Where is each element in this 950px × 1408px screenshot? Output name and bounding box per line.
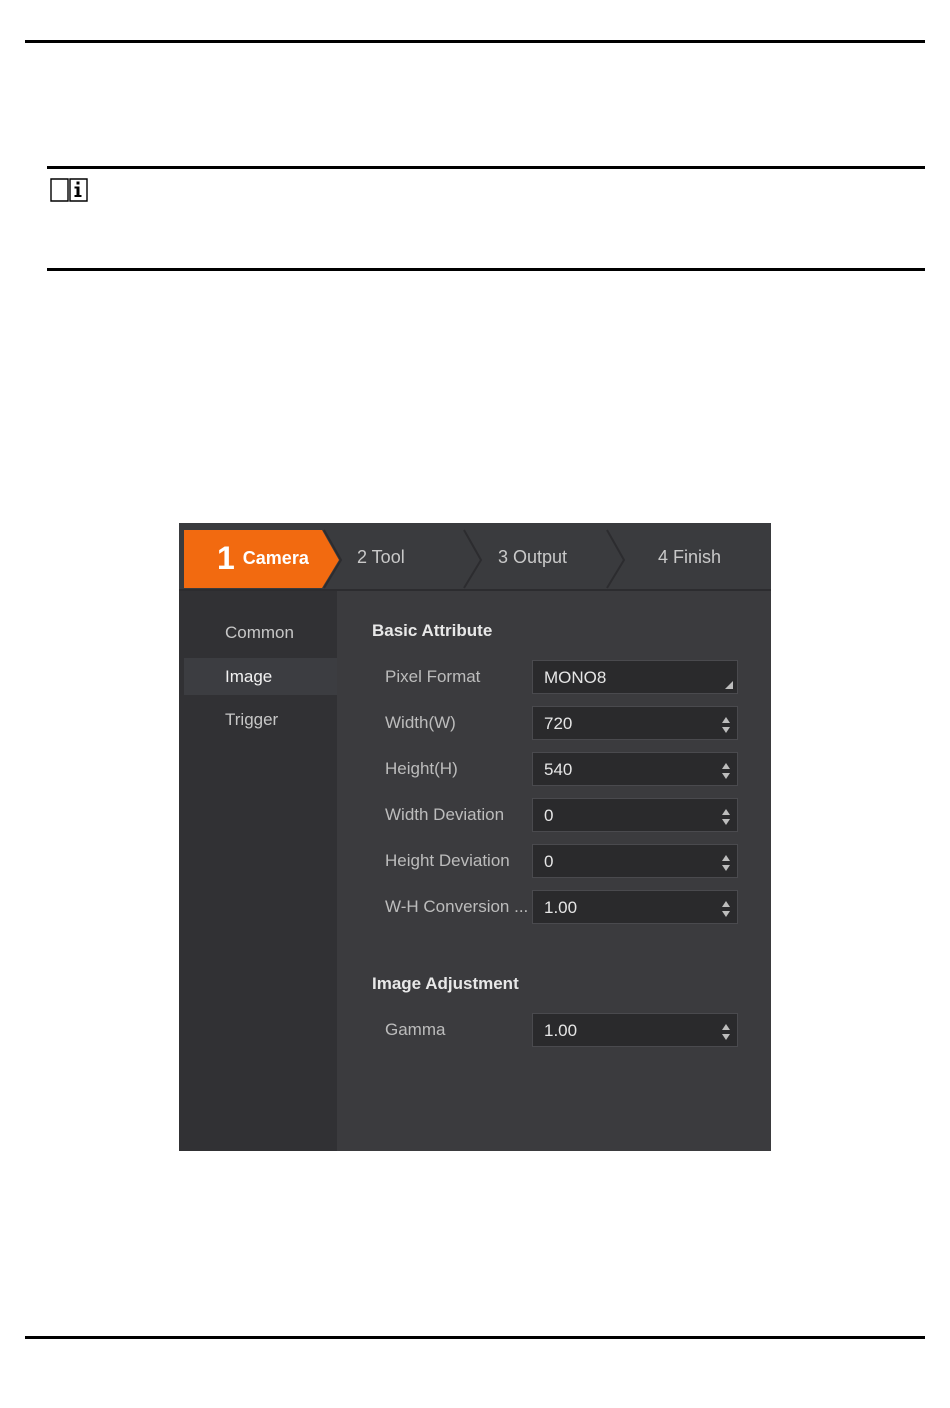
height-label: Height(H) (385, 759, 458, 778)
height-deviation-input[interactable]: 0 (532, 844, 738, 878)
basic-attribute-title: Basic Attribute (372, 621, 493, 640)
settings-pane: Basic Attribute Pixel Format MONO8 Width… (337, 591, 771, 1151)
pixel-format-label: Pixel Format (385, 667, 481, 686)
width-label: Width(W) (385, 713, 456, 732)
image-adjustment-title: Image Adjustment (372, 974, 519, 993)
step-tool[interactable]: 2 Tool (357, 547, 405, 568)
step-camera-label: Camera (242, 548, 309, 568)
spinner-arrows-icon[interactable] (721, 900, 731, 918)
width-deviation-input[interactable]: 0 (532, 798, 738, 832)
wh-conversion-label: W-H Conversion ... (385, 897, 529, 916)
sidebar-item-image[interactable]: Image (184, 658, 337, 695)
gamma-label: Gamma (385, 1020, 446, 1039)
page-bottom-rule (25, 1336, 925, 1339)
note-bottom-rule (47, 268, 925, 271)
gamma-input[interactable]: 1.00 (532, 1013, 738, 1047)
note-top-rule (47, 166, 925, 169)
width-input[interactable]: 720 (532, 706, 738, 740)
sidebar: Common Image Trigger (179, 591, 337, 1151)
height-deviation-label: Height Deviation (385, 851, 510, 870)
wh-conversion-input[interactable]: 1.00 (532, 890, 738, 924)
sidebar-item-common[interactable]: Common (184, 614, 337, 651)
width-deviation-value: 0 (544, 806, 554, 825)
height-input[interactable]: 540 (532, 752, 738, 786)
spinner-arrows-icon[interactable] (721, 762, 731, 780)
height-value: 540 (544, 760, 573, 779)
spinner-arrows-icon[interactable] (721, 1023, 731, 1041)
spinner-arrows-icon[interactable] (721, 808, 731, 826)
step-output[interactable]: 3 Output (498, 547, 567, 568)
dropdown-corner-icon (725, 681, 733, 689)
spinner-arrows-icon[interactable] (721, 854, 731, 872)
step-camera-number: 1 (217, 540, 235, 576)
spinner-arrows-icon[interactable] (721, 716, 731, 734)
pixel-format-value: MONO8 (544, 668, 607, 687)
width-value: 720 (544, 714, 573, 733)
camera-config-panel: 1 Camera 2 Tool 3 Output 4 Finish Common … (179, 523, 771, 1151)
sidebar-item-trigger[interactable]: Trigger (184, 701, 337, 738)
width-deviation-label: Width Deviation (385, 805, 505, 824)
step-camera[interactable]: 1 Camera (217, 540, 309, 577)
page-top-rule (25, 40, 925, 43)
gamma-value: 1.00 (544, 1021, 578, 1040)
height-deviation-value: 0 (544, 852, 554, 871)
note-book-info-icon (50, 178, 88, 202)
pixel-format-dropdown[interactable]: MONO8 (532, 660, 738, 694)
wh-conversion-value: 1.00 (544, 898, 578, 917)
step-bar: 1 Camera 2 Tool 3 Output 4 Finish (179, 523, 771, 591)
step-finish[interactable]: 4 Finish (658, 547, 721, 568)
